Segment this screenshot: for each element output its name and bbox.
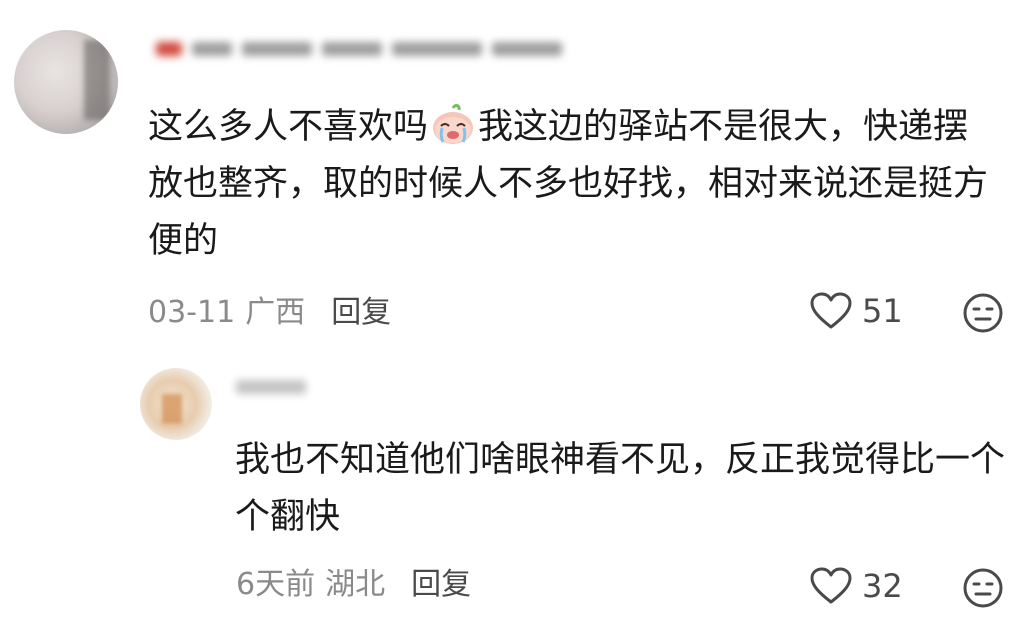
comment-date: 03-11	[148, 295, 236, 330]
reply-username-blurred[interactable]	[236, 380, 316, 394]
neutral-face-icon	[963, 568, 1003, 608]
reply-avatar[interactable]	[140, 368, 212, 440]
reply-comment-date: 6天前	[236, 567, 316, 602]
avatar[interactable]	[14, 30, 118, 134]
reply-comment-text: 我也不知道他们啥眼神看不见，反正我觉得比一个个翻快	[235, 440, 1006, 537]
comment-text: 这么多人不喜欢吗 我这边的驿站不是很大，快递摆放也整齐，取的时候人不多也好找，相…	[148, 99, 1000, 270]
reply-button[interactable]: 回复	[411, 567, 471, 602]
dislike-face-button[interactable]	[962, 292, 1004, 334]
comment-meta: 03-11 广西 回复	[148, 296, 391, 330]
like-count: 51	[862, 292, 903, 330]
comment-location: 广西	[245, 295, 306, 330]
neutral-face-icon	[963, 293, 1003, 333]
reply-button[interactable]: 回复	[331, 295, 391, 330]
reply-like-count: 32	[862, 567, 903, 605]
reply-comment-location: 湖北	[325, 567, 386, 602]
reply-like-button[interactable]: 32	[810, 567, 903, 605]
username-blurred[interactable]	[156, 42, 572, 56]
crying-face-icon	[430, 104, 476, 146]
reply-dislike-face-button[interactable]	[962, 567, 1004, 609]
reply-comment-meta: 6天前 湖北 回复	[236, 568, 471, 602]
like-button[interactable]: 51	[810, 292, 903, 330]
heart-icon	[810, 292, 852, 329]
heart-icon	[810, 567, 852, 604]
